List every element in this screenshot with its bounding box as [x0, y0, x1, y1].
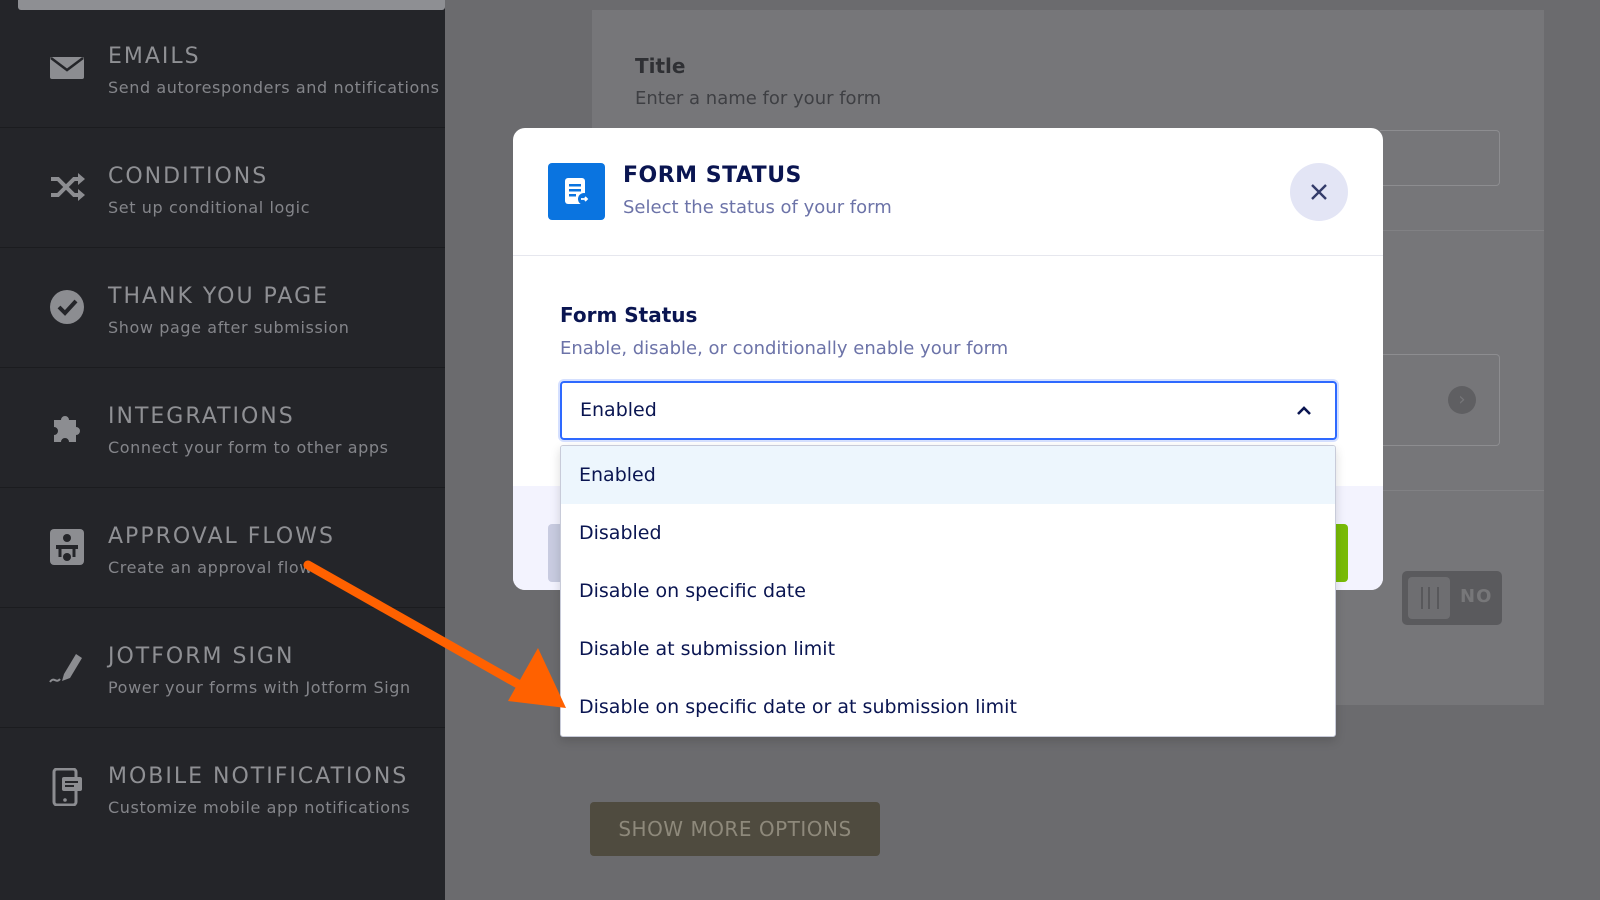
toggle-label: NO	[1460, 586, 1493, 607]
close-icon	[1311, 184, 1327, 200]
envelope-icon	[48, 48, 86, 86]
sidebar-item-title: JOTFORM SIGN	[108, 644, 295, 669]
chevron-up-icon	[1297, 406, 1311, 415]
sidebar-item-mobile-notifications[interactable]: MOBILE NOTIFICATIONS Customize mobile ap…	[0, 730, 445, 848]
form-status-select[interactable]: Enabled	[560, 381, 1337, 440]
dropdown-option-disable-at-limit[interactable]: Disable at submission limit	[561, 620, 1335, 678]
sidebar-item-thank-you-page[interactable]: THANK YOU PAGE Show page after submissio…	[0, 250, 445, 368]
dropdown-option-disable-on-date[interactable]: Disable on specific date	[561, 562, 1335, 620]
show-more-options-button[interactable]: SHOW MORE OPTIONS	[590, 802, 880, 856]
sidebar-item-subtitle: Customize mobile app notifications	[108, 798, 411, 817]
sidebar-item-jotform-sign[interactable]: JOTFORM SIGN Power your forms with Jotfo…	[0, 610, 445, 728]
save-button[interactable]	[1334, 524, 1348, 582]
select-value: Enabled	[580, 399, 657, 421]
sidebar-item-title: APPROVAL FLOWS	[108, 524, 335, 549]
page-title: Title	[635, 54, 686, 78]
mobile-icon	[48, 767, 86, 807]
dropdown-option-disable-on-date-or-limit[interactable]: Disable on specific date or at submissio…	[561, 678, 1335, 736]
sidebar-item-subtitle: Set up conditional logic	[108, 198, 311, 217]
sidebar-item-title: INTEGRATIONS	[108, 404, 295, 429]
modal-header: FORM STATUS Select the status of your fo…	[513, 128, 1383, 256]
toggle-knob	[1408, 577, 1450, 619]
sidebar-item-title: MOBILE NOTIFICATIONS	[108, 764, 409, 789]
form-status-field[interactable]	[1380, 354, 1500, 446]
sidebar-item-subtitle: Send autoresponders and notifications	[108, 78, 440, 97]
divider	[1380, 230, 1544, 231]
sidebar-item-emails[interactable]: EMAILS Send autoresponders and notificat…	[0, 10, 445, 128]
sidebar-item-title: THANK YOU PAGE	[108, 284, 330, 309]
close-button[interactable]	[1290, 163, 1348, 221]
dropdown-option-disabled[interactable]: Disabled	[561, 504, 1335, 562]
shuffle-icon	[48, 168, 86, 206]
sidebar-item-subtitle: Connect your form to other apps	[108, 438, 389, 457]
sidebar-top-bar	[18, 0, 445, 10]
sidebar-item-subtitle: Power your forms with Jotform Sign	[108, 678, 411, 697]
approval-flow-icon	[48, 528, 86, 566]
form-document-icon	[548, 163, 605, 220]
form-status-dropdown: Enabled Disabled Disable on specific dat…	[560, 445, 1336, 737]
toggle-switch[interactable]: NO	[1402, 571, 1502, 625]
sidebar-item-title: EMAILS	[108, 44, 201, 69]
modal-title: FORM STATUS	[623, 163, 802, 188]
pen-sign-icon	[48, 648, 86, 686]
modal-subtitle: Select the status of your form	[623, 197, 892, 218]
sidebar-item-subtitle: Create an approval flow	[108, 558, 313, 577]
chevron-right-icon[interactable]: ›	[1448, 386, 1476, 414]
sidebar-item-integrations[interactable]: INTEGRATIONS Connect your form to other …	[0, 370, 445, 488]
divider	[1380, 490, 1544, 491]
title-input[interactable]	[1380, 130, 1500, 186]
form-status-label: Form Status	[560, 303, 698, 327]
sidebar-item-approval-flows[interactable]: APPROVAL FLOWS Create an approval flow	[0, 490, 445, 608]
cancel-button[interactable]	[548, 524, 560, 582]
sidebar: EMAILS Send autoresponders and notificat…	[0, 0, 445, 900]
dropdown-option-enabled[interactable]: Enabled	[561, 446, 1335, 504]
puzzle-icon	[48, 408, 86, 446]
sidebar-item-title: CONDITIONS	[108, 164, 269, 189]
check-circle-icon	[48, 288, 86, 326]
page-subtitle: Enter a name for your form	[635, 88, 882, 109]
sidebar-item-conditions[interactable]: CONDITIONS Set up conditional logic	[0, 130, 445, 248]
form-status-description: Enable, disable, or conditionally enable…	[560, 338, 1009, 359]
sidebar-item-subtitle: Show page after submission	[108, 318, 350, 337]
